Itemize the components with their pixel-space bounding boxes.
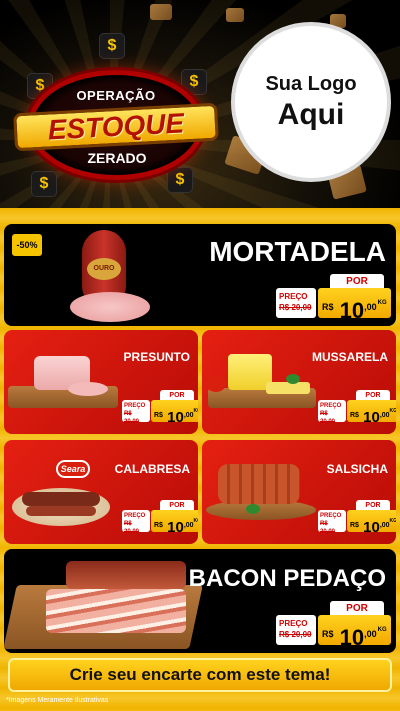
preco-label: PREÇO xyxy=(279,292,308,301)
currency: R$ xyxy=(350,412,359,419)
product-name: PRESUNTO xyxy=(123,350,190,364)
badge-top-text: OPERAÇÃO xyxy=(76,88,156,103)
brand-logo: Seara xyxy=(56,460,90,478)
product-name: MUSSARELA xyxy=(311,350,388,364)
product-name: CALABRESA xyxy=(114,462,190,476)
unit: KG xyxy=(389,518,396,524)
price-decimal: ,00 xyxy=(364,302,377,312)
preco-label: PREÇO xyxy=(320,403,342,409)
price-integer: 10 xyxy=(167,409,184,426)
currency: R$ xyxy=(350,522,359,529)
badge-bottom-text: ZERADO xyxy=(87,150,147,166)
new-price: R$ 10,00KG xyxy=(151,510,198,536)
preco-label: PREÇO xyxy=(124,403,146,409)
old-price: R$ 20,00 xyxy=(124,411,140,425)
ham-slices xyxy=(68,382,108,396)
price-decimal: ,00 xyxy=(379,412,390,419)
unit: KG xyxy=(377,627,387,633)
old-price-box: PREÇO R$ 20,00 xyxy=(318,510,346,535)
logo-line-2: Aqui xyxy=(277,97,345,131)
price-tag: POR PREÇO R$ 20,00 R$ 10,00KG xyxy=(276,601,392,650)
price-tag: POR PREÇO R$ 20,00 R$ 10,00KG xyxy=(122,390,198,428)
price-tag: POR PREÇO R$ 20,00 R$ 10,00KG xyxy=(318,390,396,428)
new-price: R$ 10,00KG xyxy=(347,400,396,426)
unit: KG xyxy=(377,300,387,306)
price-tag: POR PREÇO R$ 20,00 R$ 10,00KG xyxy=(318,500,396,538)
old-price-box: PREÇO R$ 20,00 xyxy=(318,400,346,425)
herb-icon xyxy=(246,504,260,514)
currency: R$ xyxy=(322,302,334,312)
logo-line-1: Sua Logo xyxy=(265,72,357,95)
new-price: R$ 10,00KG xyxy=(318,615,391,650)
preco-label: PREÇO xyxy=(124,513,146,519)
old-price: R$ 20,00 xyxy=(320,521,336,535)
price-integer: 10 xyxy=(363,519,380,536)
por-label: POR xyxy=(330,601,384,616)
product-name: MORTADELA xyxy=(209,236,386,267)
por-label: POR xyxy=(330,274,384,289)
product-card-mussarela[interactable]: MUSSARELA POR PREÇO R$ 20,00 R$ 10,00KG xyxy=(202,330,396,434)
old-price: R$ 20,00 xyxy=(279,303,312,312)
currency: R$ xyxy=(322,629,334,639)
old-price: R$ 20,00 xyxy=(279,630,312,639)
cardboard-box-icon xyxy=(150,4,172,20)
price-decimal: ,00 xyxy=(183,412,194,419)
cardboard-box-icon xyxy=(226,8,244,22)
cheese-slices xyxy=(266,382,310,394)
new-price: R$ 10,00KG xyxy=(151,400,198,426)
price-tag: POR PREÇO R$ 20,00 R$ 10,00KG xyxy=(122,500,198,538)
bacon-image xyxy=(4,555,203,651)
product-card-bacon[interactable]: BACON PEDAÇO POR PREÇO R$ 20,00 R$ 10,00… xyxy=(4,549,396,653)
tomato-icon xyxy=(206,376,226,392)
old-price-box: PREÇO R$ 20,00 xyxy=(122,510,150,535)
old-price-box: PREÇO R$ 20,00 xyxy=(276,615,316,645)
product-card-calabresa[interactable]: Seara CALABRESA POR PREÇO R$ 20,00 R$ 10… xyxy=(4,440,198,544)
old-price: R$ 20,00 xyxy=(124,521,140,535)
new-price: R$ 10,00KG xyxy=(347,510,396,536)
price-integer: 10 xyxy=(339,625,365,650)
currency: R$ xyxy=(154,522,163,529)
promo-badge: OPERAÇÃO ESTOQUE ZERADO xyxy=(10,70,220,180)
unit: KG xyxy=(193,518,198,524)
sausage-slices xyxy=(26,506,96,516)
sausage-link xyxy=(22,492,100,506)
product-card-salsicha[interactable]: SALSICHA POR PREÇO R$ 20,00 R$ 10,00KG xyxy=(202,440,396,544)
mortadela-slices xyxy=(70,292,150,322)
unit: KG xyxy=(193,408,198,414)
product-card-presunto[interactable]: PRESUNTO POR PREÇO R$ 20,00 R$ 10,00KG xyxy=(4,330,198,434)
unit: KG xyxy=(389,408,396,414)
old-price-box: PREÇO R$ 20,00 xyxy=(122,400,150,425)
herb-icon xyxy=(286,374,300,384)
price-tag: POR PREÇO R$ 20,00 R$ 10,00KG xyxy=(276,274,392,323)
bacon-slab xyxy=(66,561,186,589)
bacon-slices xyxy=(46,589,186,633)
preco-label: PREÇO xyxy=(279,619,308,628)
preco-label: PREÇO xyxy=(320,513,342,519)
logo-placeholder[interactable]: Sua Logo Aqui xyxy=(231,22,391,182)
old-price: R$ 20,00 xyxy=(320,411,336,425)
price-decimal: ,00 xyxy=(379,522,390,529)
old-price-box: PREÇO R$ 20,00 xyxy=(276,288,316,318)
price-integer: 10 xyxy=(363,409,380,426)
header-banner: $ $ $ $ $ OPERAÇÃO ESTOQUE ZERADO Sua Lo… xyxy=(0,0,400,208)
product-name: BACON PEDAÇO xyxy=(188,565,386,592)
price-integer: 10 xyxy=(167,519,184,536)
brand-label: OURO xyxy=(87,258,121,280)
price-decimal: ,00 xyxy=(183,522,194,529)
product-name: SALSICHA xyxy=(326,462,388,476)
product-card-mortadela[interactable]: -50% OURO MORTADELA POR PREÇO R$ 20,00 R… xyxy=(4,224,396,326)
dollar-dice-icon: $ xyxy=(100,34,124,58)
currency: R$ xyxy=(154,412,163,419)
cta-button[interactable]: Crie seu encarte com este tema! xyxy=(8,658,392,692)
price-decimal: ,00 xyxy=(364,629,377,639)
new-price: R$ 10,00KG xyxy=(318,288,391,323)
disclaimer-text: *Imagens Meramente Ilustrativas xyxy=(6,697,109,704)
price-integer: 10 xyxy=(339,298,365,323)
discount-badge: -50% xyxy=(12,234,42,256)
